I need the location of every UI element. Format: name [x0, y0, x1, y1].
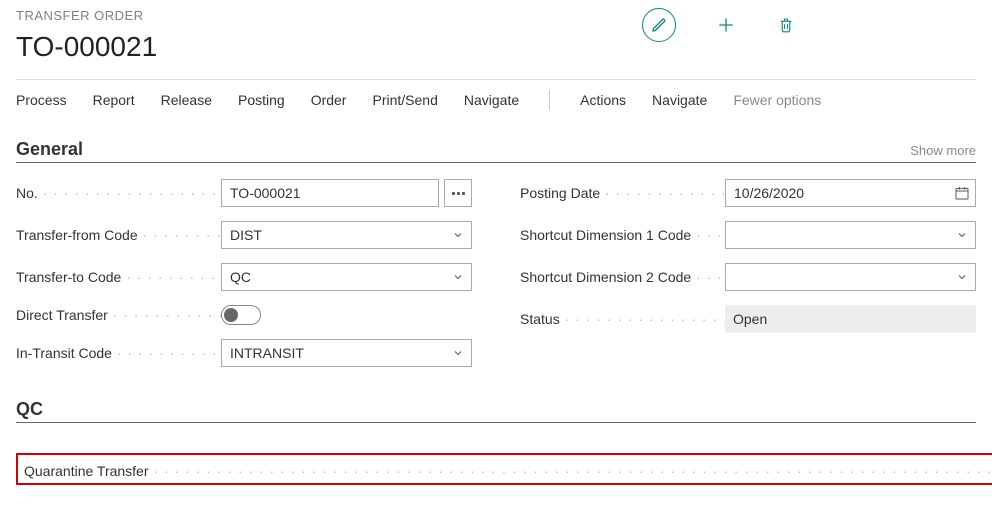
tab-order[interactable]: Order: [311, 92, 347, 108]
field-status: Status Open: [520, 305, 976, 333]
tab-navigate[interactable]: Navigate: [464, 92, 519, 108]
page-header: TRANSFER ORDER TO-000021: [16, 8, 976, 63]
tab-divider: [549, 90, 550, 110]
section-qc: QC Quarantine Transfer: [16, 399, 976, 485]
section-general-title: General: [16, 139, 83, 160]
input-posting-date[interactable]: [725, 179, 976, 207]
field-direct-transfer: Direct Transfer: [16, 305, 472, 325]
label-dim2: Shortcut Dimension 2 Code: [520, 269, 725, 285]
label-status: Status: [520, 311, 725, 327]
field-transfer-to: Transfer-to Code: [16, 263, 472, 291]
general-left-column: No. Transfer-from Code T: [16, 179, 472, 381]
general-right-column: Posting Date Shortcut Dimension 1 Code: [520, 179, 976, 381]
section-general: General Show more No. Transfer-from Code: [16, 139, 976, 381]
field-in-transit: In-Transit Code: [16, 339, 472, 367]
label-transfer-to: Transfer-to Code: [16, 269, 221, 285]
field-dim2: Shortcut Dimension 2 Code: [520, 263, 976, 291]
new-button[interactable]: [716, 15, 736, 35]
lookup-no-button[interactable]: [444, 179, 472, 207]
field-transfer-from: Transfer-from Code: [16, 221, 472, 249]
label-quarantine-transfer: Quarantine Transfer: [24, 463, 992, 479]
quarantine-highlight: Quarantine Transfer: [16, 453, 992, 485]
field-no: No.: [16, 179, 472, 207]
fewer-options-link[interactable]: Fewer options: [733, 92, 821, 108]
input-transfer-to[interactable]: [221, 263, 472, 291]
value-status: Open: [725, 305, 976, 333]
input-no[interactable]: [221, 179, 439, 207]
pencil-icon: [651, 17, 667, 33]
tab-print-send[interactable]: Print/Send: [372, 92, 437, 108]
trash-icon: [777, 16, 795, 34]
tab-release[interactable]: Release: [161, 92, 212, 108]
input-dim2[interactable]: [725, 263, 976, 291]
label-in-transit: In-Transit Code: [16, 345, 221, 361]
toggle-direct-transfer[interactable]: [221, 305, 261, 325]
field-dim1: Shortcut Dimension 1 Code: [520, 221, 976, 249]
label-no: No.: [16, 185, 221, 201]
action-icons: [642, 8, 796, 42]
tab-posting[interactable]: Posting: [238, 92, 285, 108]
label-posting-date: Posting Date: [520, 185, 725, 201]
plus-icon: [716, 15, 736, 35]
delete-button[interactable]: [776, 15, 796, 35]
field-posting-date: Posting Date: [520, 179, 976, 207]
tab-process[interactable]: Process: [16, 92, 67, 108]
tab-report[interactable]: Report: [93, 92, 135, 108]
command-bar: Process Report Release Posting Order Pri…: [16, 80, 976, 121]
section-qc-title: QC: [16, 399, 43, 420]
entity-type-label: TRANSFER ORDER: [16, 8, 157, 23]
field-quarantine-transfer: Quarantine Transfer: [24, 461, 992, 481]
tab-navigate-2[interactable]: Navigate: [652, 92, 707, 108]
edit-button[interactable]: [642, 8, 676, 42]
label-direct-transfer: Direct Transfer: [16, 307, 221, 323]
input-transfer-from[interactable]: [221, 221, 472, 249]
input-dim1[interactable]: [725, 221, 976, 249]
input-in-transit[interactable]: [221, 339, 472, 367]
tab-actions[interactable]: Actions: [580, 92, 626, 108]
label-dim1: Shortcut Dimension 1 Code: [520, 227, 725, 243]
show-more-link[interactable]: Show more: [910, 143, 976, 158]
label-transfer-from: Transfer-from Code: [16, 227, 221, 243]
record-title: TO-000021: [16, 31, 157, 63]
